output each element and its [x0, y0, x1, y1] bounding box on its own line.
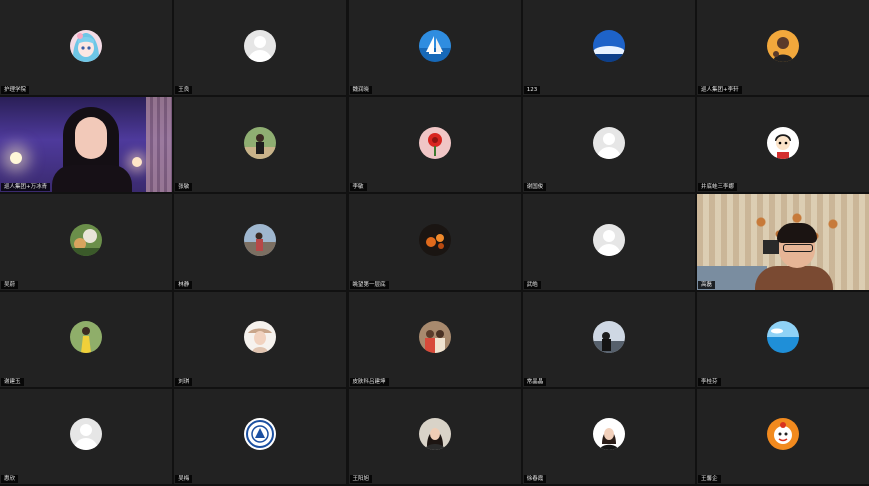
participant-name: 巡人集团+万冰青 — [1, 183, 51, 192]
participant-tile[interactable]: 皮肤科吕建坤 — [348, 291, 521, 387]
participant-name: 吴梅 — [175, 474, 193, 483]
participant-name: 惠欣 — [1, 474, 19, 483]
participant-tile[interactable]: 眺望第一层底 — [348, 194, 521, 290]
participant-tile[interactable]: 李敏 — [348, 97, 521, 193]
participant-name: 123 — [523, 86, 541, 95]
participant-tile[interactable]: 魏润晓 — [348, 0, 521, 96]
participant-name: 徐春霞 — [523, 474, 547, 483]
participant-name: 李桂芬 — [698, 377, 721, 386]
participant-tile[interactable]: 王良 — [174, 0, 347, 96]
participant-name: 李敏 — [349, 183, 367, 192]
scenery-dark-avatar — [592, 321, 625, 354]
participant-tile[interactable]: 护理学院 — [0, 0, 172, 96]
anime-girl-avatar — [70, 29, 102, 62]
woman-dark-avatar — [418, 418, 451, 451]
participant-name: 张敏 — [175, 183, 193, 192]
participant-name: 常晶晶 — [523, 377, 547, 386]
red-flower-avatar — [418, 126, 451, 159]
participant-tile[interactable]: 刘琪 — [174, 291, 347, 387]
participant-name: 魏润晓 — [349, 86, 373, 95]
woman-white-avatar — [592, 418, 625, 451]
participant-name: 王馨企 — [698, 474, 721, 483]
participant-name: 吴蔚 — [1, 280, 19, 289]
woman-hat-avatar — [244, 321, 277, 354]
participant-name: 高磊 — [698, 280, 716, 289]
participant-name: 护理学院 — [1, 86, 30, 95]
participant-video — [697, 194, 869, 290]
participant-tile[interactable]: 巡人集团+李轩 — [697, 0, 869, 96]
flower-photo-avatar — [70, 224, 102, 257]
outdoor-person-avatar — [244, 126, 277, 159]
participant-tile[interactable]: 井底蛙三李娜 — [697, 97, 869, 193]
sea-avatar — [767, 321, 799, 354]
participant-tile[interactable]: 王阳旭 — [348, 388, 521, 484]
participant-tile[interactable]: 123 — [522, 0, 695, 96]
man-cartoon-avatar — [767, 29, 799, 62]
video-grid: 护理学院 王良 魏润晓 123 巡人集团+李轩 巡人集团+万冰青 张敏 李敏 谢… — [0, 0, 869, 486]
sailboat-avatar — [418, 29, 451, 62]
participant-tile[interactable]: 惠欣 — [0, 388, 172, 484]
participant-tile[interactable]: 吴梅 — [174, 388, 347, 484]
participant-name: 刘琪 — [175, 377, 193, 386]
participant-tile[interactable]: 谢国俊 — [522, 97, 695, 193]
dark-orange-avatar — [418, 224, 451, 257]
participant-tile[interactable]: 谢建玉 — [0, 291, 172, 387]
participant-tile[interactable]: 武皓 — [522, 194, 695, 290]
participant-name: 王良 — [175, 86, 193, 95]
participant-name: 眺望第一层底 — [349, 280, 389, 289]
participant-name: 林静 — [175, 280, 193, 289]
participant-name: 王阳旭 — [349, 474, 373, 483]
participant-tile[interactable]: 李桂芬 — [697, 291, 869, 387]
participant-video — [0, 97, 172, 193]
participant-tile[interactable]: 张敏 — [174, 97, 347, 193]
default-avatar-icon — [70, 418, 102, 451]
emblem-avatar — [244, 418, 277, 451]
cartoon-boy-avatar — [767, 126, 799, 159]
participant-tile[interactable]: 王馨企 — [697, 388, 869, 484]
orange-cartoon-avatar — [767, 418, 799, 451]
participant-tile[interactable]: 林静 — [174, 194, 347, 290]
default-avatar-icon — [592, 224, 625, 257]
participant-name: 皮肤科吕建坤 — [349, 377, 389, 386]
participant-tile[interactable]: 吴蔚 — [0, 194, 172, 290]
active-speaker-video-tile[interactable]: 高磊 — [697, 194, 869, 290]
participant-video-tile[interactable]: 巡人集团+万冰青 — [0, 97, 172, 193]
participant-tile[interactable]: 徐春霞 — [522, 388, 695, 484]
street-photo-avatar — [244, 224, 277, 257]
participant-name: 井底蛙三李娜 — [698, 183, 738, 192]
default-avatar-icon — [244, 29, 277, 62]
participant-name: 谢建玉 — [1, 377, 24, 386]
sky-avatar — [592, 29, 625, 62]
yellow-dress-avatar — [70, 321, 102, 354]
group-photo-avatar — [418, 321, 451, 354]
participant-name: 巡人集团+李轩 — [698, 86, 742, 95]
participant-tile[interactable]: 常晶晶 — [522, 291, 695, 387]
participant-name: 武皓 — [523, 280, 541, 289]
participant-name: 谢国俊 — [523, 183, 547, 192]
default-avatar-icon — [592, 126, 625, 159]
